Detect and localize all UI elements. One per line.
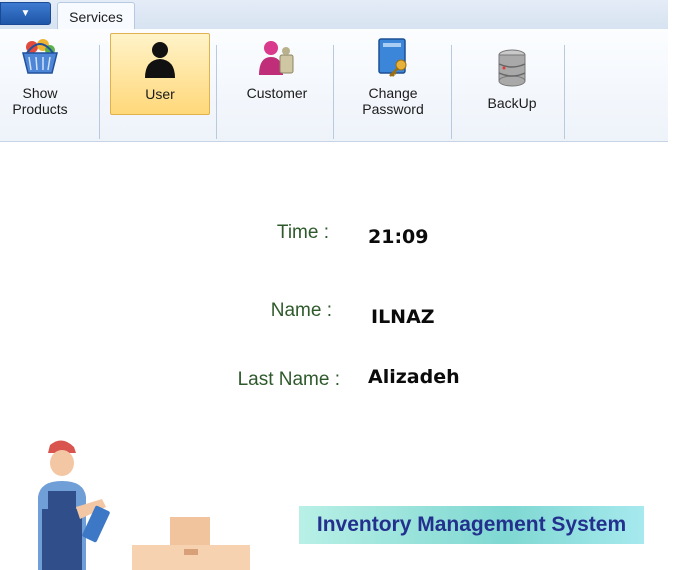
time-label: Time : [276, 222, 329, 243]
ribbon-separator [333, 45, 334, 139]
ribbon-separator [451, 45, 452, 139]
tab-services[interactable]: Services [57, 2, 135, 30]
ribbon-separator [216, 45, 217, 139]
warehouse-worker-icon [38, 440, 250, 570]
app-menu-button[interactable]: ▼ [0, 2, 51, 25]
customers-icon [259, 41, 294, 75]
customer-button[interactable]: Customer [227, 33, 327, 115]
change-password-button[interactable]: Change Password [343, 33, 443, 117]
ribbon-separator [564, 45, 565, 139]
ribbon-panel: Show Products User Customer Change Passw… [0, 29, 668, 142]
backup-label: BackUp [487, 95, 537, 111]
change-password-label: Change Password [362, 85, 424, 117]
shopping-basket-icon [22, 39, 58, 74]
ribbon-separator [99, 45, 100, 139]
caret-down-icon: ▼ [20, 8, 31, 19]
time-value: 21:09 [368, 226, 429, 248]
name-label: Name : [270, 300, 332, 321]
app-title-banner: Inventory Management System [299, 506, 644, 544]
book-key-icon [378, 38, 407, 77]
show-products-button[interactable]: Show Products [0, 33, 90, 117]
ribbon-tab-strip: ▼ Services [0, 0, 668, 30]
user-silhouette-icon [145, 42, 175, 78]
tab-services-label: Services [69, 8, 123, 25]
user-button[interactable]: User [110, 33, 210, 115]
backup-button[interactable]: BackUp [462, 43, 562, 125]
show-products-label: Show Products [12, 85, 68, 117]
name-value: ILNAZ [371, 306, 435, 328]
last-name-label: Last Name : [237, 369, 340, 390]
banner-text: Inventory Management System [316, 513, 627, 536]
customer-label: Customer [246, 85, 308, 101]
last-name-value: Alizadeh [368, 366, 460, 388]
user-label: User [145, 86, 175, 102]
database-icon [498, 49, 526, 87]
